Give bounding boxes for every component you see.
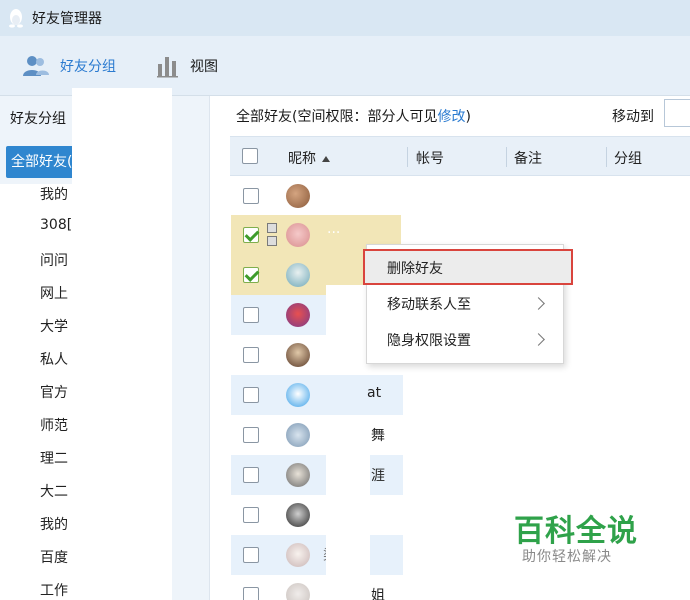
watermark-title: 百科全说 <box>514 514 638 549</box>
main-header: 全部好友(空间权限：部分人可见修改) <box>236 106 471 126</box>
penguin-icon <box>9 9 23 28</box>
delete-friend-menu-item[interactable]: 删除好友 <box>363 249 573 285</box>
contacts-icon <box>23 56 49 76</box>
table-row[interactable] <box>231 176 403 216</box>
sidebar-group-item[interactable]: 大二 <box>40 481 68 501</box>
avatar <box>286 543 310 567</box>
header-text-end: ) <box>465 109 471 125</box>
column-remark[interactable]: 备注 <box>514 148 542 168</box>
avatar <box>286 503 310 527</box>
nickname-text: at <box>367 385 382 401</box>
row-checkbox[interactable] <box>243 427 259 443</box>
sort-up-icon <box>322 156 330 162</box>
redaction-block <box>401 215 591 244</box>
redaction-block <box>326 415 370 600</box>
avatar <box>286 463 310 487</box>
sidebar-group-item[interactable]: 百度 <box>40 547 68 567</box>
table-row[interactable]: at <box>231 375 403 415</box>
table-row[interactable]: 涯 <box>231 455 403 495</box>
view-tab[interactable]: 视图 <box>156 52 218 80</box>
watermark-subtitle: 助你轻松解决 <box>522 549 612 565</box>
friend-groups-label: 好友分组 <box>60 59 116 75</box>
table-row[interactable] <box>231 495 403 535</box>
sidebar-group-item[interactable]: 大学 <box>40 316 68 336</box>
sidebar-group-item[interactable]: 网上 <box>40 283 68 303</box>
sidebar-group-item[interactable]: 我的 <box>40 514 68 534</box>
avatar <box>286 423 310 447</box>
row-checkbox[interactable] <box>243 227 259 243</box>
row-checkbox[interactable] <box>243 267 259 283</box>
toolbar: 好友分组 视图 <box>0 36 690 96</box>
sidebar-group-item[interactable]: 私人 <box>40 349 68 369</box>
status-icons <box>267 223 277 247</box>
bar-chart-icon <box>157 57 178 78</box>
move-contact-label: 移动联系人至 <box>387 297 471 313</box>
table-row[interactable]: 舞 <box>231 415 403 455</box>
column-nickname[interactable]: 昵称 <box>288 148 330 168</box>
row-checkbox[interactable] <box>243 547 259 563</box>
header-text: 全部好友(空间权限：部分人可见 <box>236 109 438 125</box>
title-bar: 好友管理器 <box>0 0 690 36</box>
nickname-text: ... <box>327 221 341 237</box>
modify-link[interactable]: 修改 <box>437 109 465 125</box>
column-nickname-label: 昵称 <box>288 151 316 167</box>
row-checkbox[interactable] <box>243 307 259 323</box>
invisible-permission-menu-item[interactable]: 隐身权限设置 <box>367 323 563 359</box>
column-divider <box>506 147 507 167</box>
move-to-label: 移动到 <box>612 109 654 125</box>
table-row[interactable]: 柒 <box>231 535 403 575</box>
table-header: 昵称 帐号 备注 分组 <box>230 136 690 176</box>
avatar <box>286 343 310 367</box>
nickname-text: 姐 <box>371 588 385 600</box>
redaction-block <box>72 88 172 504</box>
sidebar-title: 好友分组 <box>10 111 66 127</box>
sidebar-group-item[interactable]: 308[ <box>40 217 72 233</box>
invisible-permission-label: 隐身权限设置 <box>387 333 471 349</box>
chevron-right-icon <box>532 333 545 346</box>
avatar <box>286 583 310 600</box>
view-label: 视图 <box>190 59 218 75</box>
move-to-select[interactable] <box>664 99 690 127</box>
row-checkbox[interactable] <box>243 387 259 403</box>
window-title: 好友管理器 <box>32 11 102 27</box>
row-checkbox[interactable] <box>243 467 259 483</box>
sidebar-group-item[interactable]: 官方 <box>40 382 68 402</box>
avatar <box>286 184 310 208</box>
column-divider <box>407 147 408 167</box>
avatar <box>286 263 310 287</box>
friend-groups-tab[interactable]: 好友分组 <box>22 52 116 80</box>
row-checkbox[interactable] <box>243 188 259 204</box>
nickname-text: 涯 <box>371 468 385 484</box>
row-checkbox[interactable] <box>243 587 259 600</box>
table-row[interactable]: 姐 <box>231 575 403 600</box>
sidebar-group-item[interactable]: 我的 <box>40 184 68 204</box>
avatar <box>286 223 310 247</box>
select-all-checkbox[interactable] <box>242 148 258 164</box>
chevron-right-icon <box>532 297 545 310</box>
avatar <box>286 383 310 407</box>
sidebar-group-item[interactable]: 师范 <box>40 415 68 435</box>
column-group[interactable]: 分组 <box>614 148 642 168</box>
row-checkbox[interactable] <box>243 347 259 363</box>
move-contact-menu-item[interactable]: 移动联系人至 <box>367 287 563 323</box>
sidebar-group-item[interactable]: 理二 <box>40 448 68 468</box>
sidebar-group-item[interactable]: 工作 <box>40 580 68 600</box>
column-divider <box>606 147 607 167</box>
sidebar-group-item[interactable]: 问问 <box>40 250 68 270</box>
nickname-text: 舞 <box>371 428 385 444</box>
context-menu: 删除好友 移动联系人至 隐身权限设置 <box>363 244 573 364</box>
avatar <box>286 303 310 327</box>
row-checkbox[interactable] <box>243 507 259 523</box>
column-account[interactable]: 帐号 <box>416 148 444 168</box>
